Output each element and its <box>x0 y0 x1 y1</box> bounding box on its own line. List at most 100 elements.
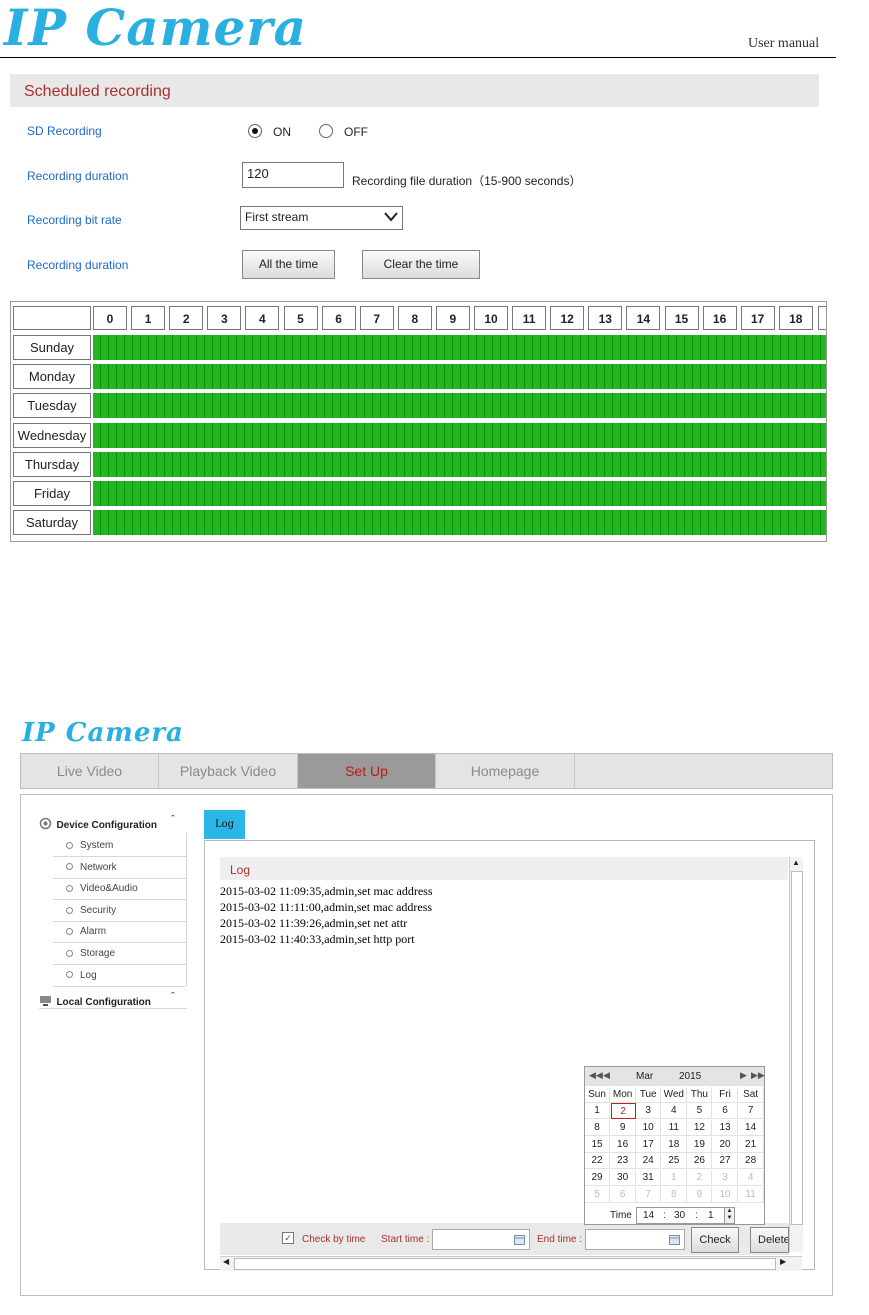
calendar-day[interactable]: 23 <box>610 1153 636 1170</box>
calendar-day[interactable]: 30 <box>610 1170 636 1187</box>
calendar-day[interactable]: 20 <box>713 1136 738 1153</box>
time-hours[interactable]: 14 <box>643 1208 654 1223</box>
calendar-day-other-month[interactable]: 4 <box>738 1170 764 1187</box>
radio-off[interactable] <box>319 124 333 138</box>
calendar-day-other-month[interactable]: 9 <box>687 1187 713 1203</box>
calendar-day[interactable]: 19 <box>687 1136 713 1153</box>
device-config-group[interactable]: Device Configuration <box>39 815 157 833</box>
duration-input[interactable]: 120 <box>242 162 344 188</box>
day-label-thursday[interactable]: Thursday <box>13 451 91 477</box>
calendar-day[interactable]: 17 <box>636 1136 662 1153</box>
check-by-time-checkbox[interactable]: ✓ <box>282 1232 294 1244</box>
schedule-row-monday[interactable] <box>93 364 826 390</box>
schedule-row-saturday[interactable] <box>93 510 826 536</box>
calendar-day[interactable]: 3 <box>636 1103 662 1119</box>
day-label-wednesday[interactable]: Wednesday <box>13 422 91 448</box>
calendar-day-other-month[interactable]: 6 <box>610 1187 636 1203</box>
time-seconds[interactable]: 1 <box>708 1208 714 1223</box>
sidebar-item-network[interactable]: Network <box>53 857 186 879</box>
sidebar-item-storage[interactable]: Storage <box>53 943 186 965</box>
calendar-day[interactable]: 12 <box>687 1119 713 1136</box>
calendar-day[interactable]: 22 <box>585 1153 610 1170</box>
calendar-day[interactable]: 21 <box>738 1136 764 1153</box>
sidebar-item-video-audio[interactable]: Video&Audio <box>53 878 186 901</box>
bitrate-select[interactable]: First stream <box>240 206 403 230</box>
calendar-day[interactable]: 24 <box>636 1153 662 1170</box>
sidebar-item-log[interactable]: Log <box>53 965 186 987</box>
prev-year-icon[interactable]: ◀◀ <box>589 1070 603 1081</box>
calendar-day-other-month[interactable]: 2 <box>687 1170 713 1187</box>
tab-playback-video[interactable]: Playback Video <box>159 754 298 788</box>
calendar-day[interactable]: 13 <box>713 1119 738 1136</box>
calendar-day[interactable]: 29 <box>585 1170 610 1187</box>
schedule-row-thursday[interactable] <box>93 451 826 477</box>
calendar-day[interactable]: 6 <box>713 1103 738 1119</box>
calendar-day[interactable]: 8 <box>585 1119 610 1136</box>
day-label-saturday[interactable]: Saturday <box>13 510 91 536</box>
clear-the-time-button[interactable]: Clear the time <box>362 250 480 279</box>
sidebar-item-system[interactable]: System <box>53 835 186 857</box>
schedule-grid[interactable]: 0 1 2 3 4 5 6 7 8 9 10 11 12 13 14 15 16 17 18 Sunday Monda… <box>10 301 827 542</box>
calendar-day[interactable]: 7 <box>738 1103 764 1119</box>
sidebar-item-alarm[interactable]: Alarm <box>53 921 186 944</box>
schedule-row-wednesday[interactable] <box>93 422 826 448</box>
calendar-month[interactable]: Mar <box>636 1071 653 1082</box>
calendar-day[interactable]: 11 <box>661 1119 687 1136</box>
check-button[interactable]: Check <box>691 1227 739 1253</box>
calendar-day-other-month[interactable]: 5 <box>585 1187 610 1203</box>
calendar-day[interactable]: 1 <box>585 1103 610 1119</box>
calendar-day[interactable]: 10 <box>636 1119 662 1136</box>
calendar-day[interactable]: 26 <box>687 1153 713 1170</box>
calendar-day[interactable]: 28 <box>738 1153 764 1170</box>
calendar-day[interactable]: 4 <box>661 1103 687 1119</box>
calendar-day[interactable]: 18 <box>661 1136 687 1153</box>
prev-month-icon[interactable]: ◀ <box>603 1070 610 1081</box>
day-label-monday[interactable]: Monday <box>13 364 91 390</box>
time-spinner[interactable]: ▲ ▼ <box>724 1207 735 1224</box>
sidebar-item-security[interactable]: Security <box>53 900 186 922</box>
day-label-tuesday[interactable]: Tuesday <box>13 393 91 419</box>
next-month-icon[interactable]: ▶ <box>740 1070 747 1081</box>
schedule-row-tuesday[interactable] <box>93 393 826 419</box>
chevron-up-icon[interactable]: ˆ <box>171 991 175 1003</box>
vertical-scrollbar[interactable]: ▲ <box>789 857 803 1252</box>
tab-set-up[interactable]: Set Up <box>298 754 436 788</box>
calendar-day[interactable]: 9 <box>610 1119 636 1136</box>
calendar-day-other-month[interactable]: 7 <box>636 1187 662 1203</box>
schedule-row-sunday[interactable] <box>93 335 826 360</box>
time-input[interactable]: 14 : 30 : 1 <box>636 1207 725 1224</box>
calendar-day[interactable]: 5 <box>687 1103 713 1119</box>
delete-button[interactable]: Delete <box>750 1227 789 1253</box>
calendar-day-other-month[interactable]: 1 <box>661 1170 687 1187</box>
tab-live-video[interactable]: Live Video <box>21 754 159 788</box>
calendar-day[interactable]: 25 <box>661 1153 687 1170</box>
calendar-day-other-month[interactable]: 3 <box>713 1170 738 1187</box>
schedule-row-friday[interactable] <box>93 481 826 506</box>
day-label-friday[interactable]: Friday <box>13 481 91 506</box>
chevron-up-icon[interactable]: ˆ <box>171 814 175 826</box>
scroll-thumb[interactable] <box>791 871 803 1225</box>
calendar-day[interactable]: 27 <box>713 1153 738 1170</box>
calendar-day-other-month[interactable]: 11 <box>738 1187 764 1203</box>
horizontal-scrollbar[interactable]: ◀ ▶ <box>220 1256 802 1271</box>
next-year-icon[interactable]: ▶▶ <box>751 1070 765 1081</box>
scroll-up-icon[interactable]: ▲ <box>792 858 800 867</box>
tab-log[interactable]: Log <box>204 810 245 839</box>
time-minutes[interactable]: 30 <box>674 1208 685 1223</box>
end-time-input[interactable] <box>585 1229 685 1250</box>
calendar-day-other-month[interactable]: 8 <box>661 1187 687 1203</box>
all-the-time-button[interactable]: All the time <box>242 250 335 279</box>
tab-homepage[interactable]: Homepage <box>436 754 575 788</box>
calendar-day[interactable]: 14 <box>738 1119 764 1136</box>
start-time-input[interactable] <box>432 1229 530 1250</box>
radio-on[interactable] <box>248 124 262 138</box>
calendar-day[interactable]: 16 <box>610 1136 636 1153</box>
calendar-day[interactable]: 15 <box>585 1136 610 1153</box>
hscroll-thumb[interactable] <box>234 1258 776 1270</box>
calendar-day[interactable]: 2 <box>610 1103 636 1119</box>
calendar-day[interactable]: 31 <box>636 1170 662 1187</box>
calendar-day-other-month[interactable]: 10 <box>713 1187 738 1203</box>
scroll-right-icon[interactable]: ▶ <box>780 1257 786 1266</box>
day-label-sunday[interactable]: Sunday <box>13 335 91 360</box>
calendar-year[interactable]: 2015 <box>679 1071 701 1082</box>
